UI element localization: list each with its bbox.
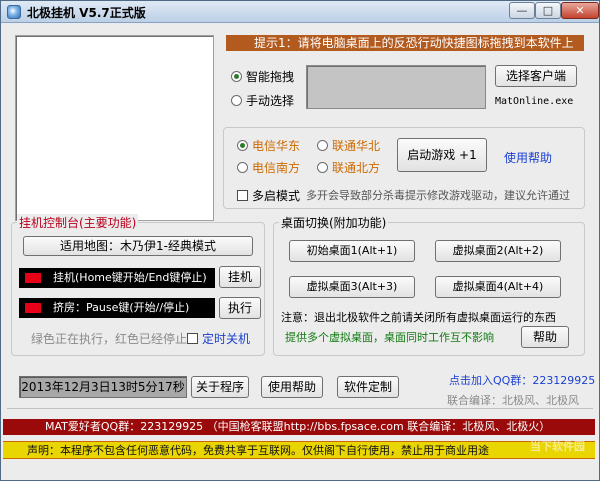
radio-dot bbox=[317, 140, 328, 151]
radio-label: 联通华北 bbox=[332, 139, 381, 153]
desktop-note: 注意：退出北极软件之前请关闭所有虚拟桌面运行的东西 bbox=[281, 311, 556, 324]
client-path-box bbox=[306, 65, 486, 109]
radio-server-east[interactable]: 电信华东 bbox=[237, 137, 300, 154]
help-link[interactable]: 使用帮助 bbox=[504, 149, 552, 166]
radio-label: 电信南方 bbox=[252, 161, 301, 175]
checkbox-label: 定时关机 bbox=[202, 332, 251, 346]
checkbox-box bbox=[237, 190, 248, 201]
custom-button[interactable]: 软件定制 bbox=[337, 376, 399, 398]
map-button[interactable]: 适用地图：木乃伊1-经典模式 bbox=[23, 236, 253, 256]
usage-help-button[interactable]: 使用帮助 bbox=[261, 376, 323, 398]
radio-dot bbox=[237, 140, 248, 151]
app-window: 北极挂机 V5.7正式版 — □ ✕ 提示1：请将电脑桌面上的反恐行动快捷图标拖… bbox=[0, 0, 600, 481]
radio-label: 手动选择 bbox=[246, 94, 295, 108]
console-legend: 挂机控制台(主要功能) bbox=[17, 214, 139, 231]
desktop-feature: 提供多个虚拟桌面，桌面同时工作互不影响 bbox=[285, 331, 494, 344]
desktop-2-button[interactable]: 虚拟桌面2(Alt+2) bbox=[435, 240, 561, 262]
radio-dot bbox=[237, 162, 248, 173]
close-button[interactable]: ✕ bbox=[561, 2, 599, 19]
multi-mode-checkbox[interactable]: 多启模式 bbox=[237, 187, 300, 204]
radio-label: 电信华东 bbox=[252, 139, 301, 153]
status-lamp-icon bbox=[25, 303, 41, 313]
info-bar-red: MAT爱好者QQ群：223129925 （中国枪客联盟http://bbs.fp… bbox=[3, 419, 595, 435]
radio-manual-select[interactable]: 手动选择 bbox=[231, 92, 294, 109]
radio-label: 联通北方 bbox=[332, 161, 381, 175]
timer-shutdown-checkbox[interactable]: 定时关机 bbox=[187, 330, 250, 347]
minimize-button[interactable]: — bbox=[509, 2, 535, 19]
desktop-legend: 桌面切换(附加功能) bbox=[279, 214, 389, 231]
select-client-button[interactable]: 选择客户端 bbox=[495, 65, 577, 87]
qq-join-link[interactable]: 点击加入QQ群：223129925 bbox=[449, 372, 595, 388]
radio-label: 智能拖拽 bbox=[246, 70, 295, 84]
checkbox-label: 多启模式 bbox=[252, 189, 301, 203]
radio-dot bbox=[231, 71, 242, 82]
title-bar[interactable]: 北极挂机 V5.7正式版 — □ ✕ bbox=[1, 1, 599, 23]
desktop-3-button[interactable]: 虚拟桌面3(Alt+3) bbox=[289, 276, 415, 298]
datetime-display: 2013年12月3日13时5分17秒 bbox=[19, 376, 187, 398]
watermark-text: 当下软件园 bbox=[530, 440, 585, 453]
disclaimer-text: 声明：本程序不包含任何恶意代码，免费共享于互联网。仅供阁下自行使用，禁止用于商业… bbox=[27, 444, 489, 457]
disclaimer-bar: 声明：本程序不包含任何恶意代码，免费共享于互联网。仅供阁下自行使用，禁止用于商业… bbox=[3, 440, 595, 459]
divider bbox=[7, 408, 593, 409]
app-icon bbox=[7, 5, 21, 19]
exec-button[interactable]: 执行 bbox=[219, 297, 261, 319]
status-lamp-icon bbox=[25, 273, 41, 283]
crowd-status-bar: 挤房：Pause键(开始//停止) bbox=[19, 298, 215, 318]
start-game-button[interactable]: 启动游戏 +1 bbox=[397, 138, 487, 172]
radio-server-south[interactable]: 电信南方 bbox=[237, 159, 300, 176]
radio-smart-drag[interactable]: 智能拖拽 bbox=[231, 68, 294, 85]
hang-status-bar: 挂机(Home键开始/End键停止) bbox=[19, 268, 215, 288]
crowd-status-text: 挤房：Pause键(开始//停止) bbox=[53, 301, 190, 314]
drop-target-area[interactable] bbox=[15, 35, 214, 221]
client-area: 提示1：请将电脑桌面上的反恐行动快捷图标拖拽到本软件上 智能拖拽 手动选择 选择… bbox=[1, 24, 599, 480]
desktop-1-button[interactable]: 初始桌面1(Alt+1) bbox=[289, 240, 415, 262]
client-exe-label: MatOnline.exe bbox=[495, 96, 574, 107]
checkbox-box bbox=[187, 333, 198, 344]
multi-mode-note: 多开会导致部分杀毒提示修改游戏驱动，建议允许通过 bbox=[306, 189, 570, 202]
radio-server-north[interactable]: 联通华北 bbox=[317, 137, 380, 154]
tip-banner: 提示1：请将电脑桌面上的反恐行动快捷图标拖拽到本软件上 bbox=[226, 35, 584, 51]
maximize-button[interactable]: □ bbox=[535, 2, 561, 19]
window-title: 北极挂机 V5.7正式版 bbox=[27, 6, 146, 20]
radio-dot bbox=[317, 162, 328, 173]
authors-label: 联合编译：北极风、北极风 bbox=[447, 394, 579, 407]
hang-status-text: 挂机(Home键开始/End键停止) bbox=[53, 271, 207, 284]
about-button[interactable]: 关于程序 bbox=[191, 376, 249, 398]
status-legend-note: 绿色正在执行，红色已经停止 bbox=[31, 332, 188, 346]
radio-server-north-unicom[interactable]: 联通北方 bbox=[317, 159, 380, 176]
desktop-4-button[interactable]: 虚拟桌面4(Alt+4) bbox=[435, 276, 561, 298]
desktop-help-button[interactable]: 帮助 bbox=[521, 326, 569, 348]
radio-dot bbox=[231, 95, 242, 106]
hang-button[interactable]: 挂机 bbox=[219, 266, 261, 288]
